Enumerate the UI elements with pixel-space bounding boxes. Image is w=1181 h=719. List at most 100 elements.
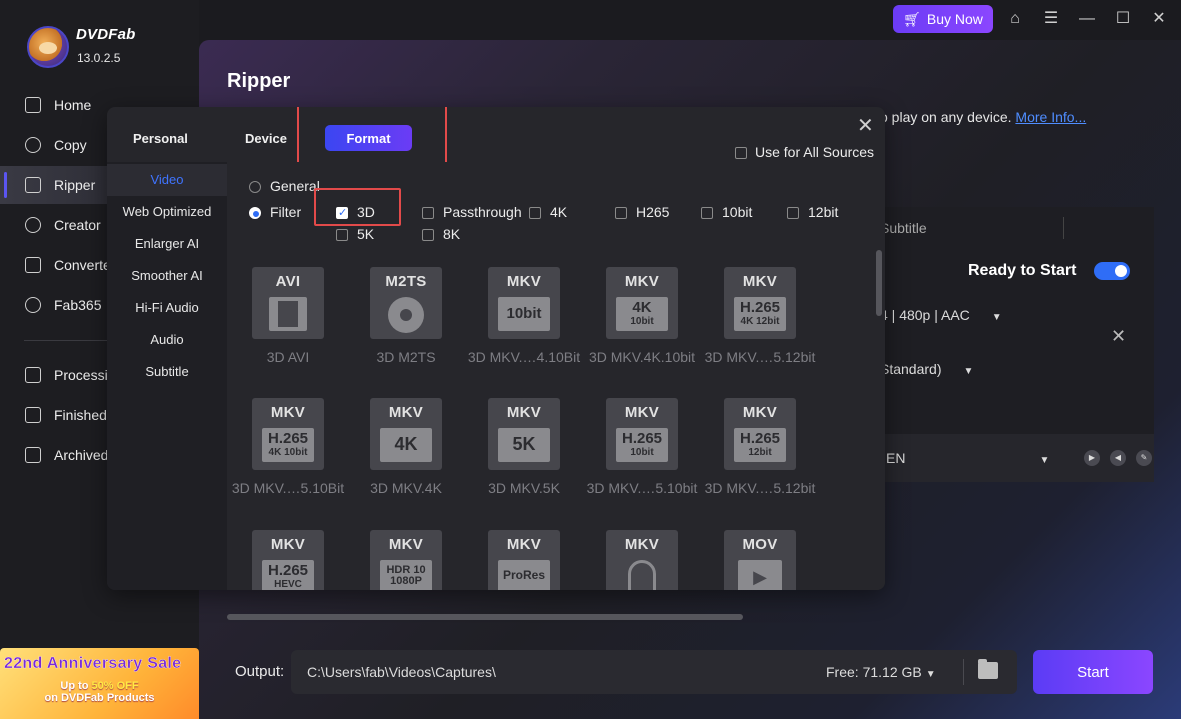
badge-main: H.265	[267, 430, 309, 447]
filter-label: 5K	[357, 226, 375, 242]
category-enlarger-ai[interactable]: Enlarger AI	[107, 228, 227, 260]
category-audio[interactable]: Audio	[107, 324, 227, 356]
format-tile-3d-mkv-10bit[interactable]: MKV 10bit	[488, 267, 560, 339]
filter-label: Filter	[270, 204, 302, 220]
format-label: 3D MKV.…5.10Bit	[231, 480, 345, 496]
chevron-down-icon: ▼	[991, 312, 1002, 323]
format-tile-3d-avi[interactable]: AVI	[252, 267, 324, 339]
format-tile-3d-mkv-h265-4k-12bit[interactable]: MKV H.265 4K 12bit	[724, 267, 796, 339]
language-select[interactable]: EN ▼	[886, 450, 1049, 466]
format-label: 3D MKV.…5.10bit	[586, 480, 698, 496]
back-icon[interactable]: ◀	[1110, 450, 1126, 466]
format-badge: H.265 HEVC	[262, 560, 314, 590]
checkbox-icon	[701, 207, 713, 220]
format-content: General Filter 3D Passthrough 4K H265 10…	[229, 162, 885, 590]
checkbox-icon	[787, 207, 799, 220]
skin-icon[interactable]: ⌂	[1006, 10, 1024, 28]
format-tile-3d-m2ts[interactable]: M2TS	[370, 267, 442, 339]
play-icon[interactable]: ▶	[1084, 450, 1100, 466]
filter-12bit-checkbox[interactable]: 12bit	[787, 204, 838, 220]
format-tile-mkv-prores[interactable]: MKV ProRes	[488, 530, 560, 590]
format-tile-3d-mkv-h265-10bit[interactable]: MKV H.265 10bit	[606, 398, 678, 470]
filter-label: 12bit	[808, 204, 839, 220]
badge-detail: 4K 10bit	[268, 447, 308, 458]
badge-main: H.265	[739, 299, 781, 316]
profile-select[interactable]: 4 | 480p | AAC ▼	[880, 307, 1002, 323]
format-tile-mkv-h265-hevc[interactable]: MKV H.265 HEVC	[252, 530, 324, 590]
edit-icon[interactable]: ✎	[1136, 450, 1152, 466]
category-web-optimized[interactable]: Web Optimized	[107, 196, 227, 228]
dvdfab-logo-icon	[27, 26, 69, 68]
head-icon	[628, 560, 656, 590]
format-label: 3D M2TS	[376, 349, 436, 365]
free-space-select[interactable]: Free: 71.12 GB ▼	[826, 664, 936, 680]
brand-name: DVDFab	[76, 26, 136, 43]
format-tile-title: MKV	[624, 536, 660, 553]
checkbox-icon	[615, 207, 627, 220]
close-dialog-icon[interactable]: ✕	[857, 113, 874, 138]
filter-5k-checkbox[interactable]: 5K	[336, 226, 374, 242]
format-tile-3d-mkv-4k-10bit[interactable]: MKV 4K 10bit	[606, 267, 678, 339]
format-tile-title: MKV	[624, 273, 660, 290]
format-badge: HDR 10 1080P	[380, 560, 432, 590]
tab-device[interactable]: Device	[245, 131, 287, 146]
format-label: 3D AVI	[266, 349, 310, 365]
format-badge: H.265 4K 12bit	[734, 297, 786, 331]
badge-main: 4K	[632, 299, 652, 316]
badge-detail: 10bit	[630, 316, 654, 327]
badge-detail: 12bit	[748, 447, 772, 458]
format-tile-title: MKV	[742, 273, 778, 290]
badge-main: ProRes	[502, 568, 546, 582]
format-badge: H.265 4K 10bit	[262, 428, 314, 462]
promo-subtitle: on DVDFab Products	[44, 692, 155, 704]
category-hifi-audio[interactable]: Hi-Fi Audio	[107, 292, 227, 324]
tab-subtitle[interactable]: Subtitle	[880, 220, 927, 236]
profile-value: 4 | 480p | AAC	[880, 307, 970, 323]
format-tile-3d-mkv-4k[interactable]: MKV 4K	[370, 398, 442, 470]
ready-toggle[interactable]	[1094, 262, 1130, 280]
format-tile-3d-mkv-5k[interactable]: MKV 5K	[488, 398, 560, 470]
filter-4k-checkbox[interactable]: 4K	[529, 204, 567, 220]
chevron-down-icon: ▼	[963, 366, 974, 377]
format-badge: 4K 10bit	[616, 297, 668, 331]
language-value: EN	[886, 450, 906, 466]
filter-passthrough-checkbox[interactable]: Passthrough	[422, 204, 522, 220]
format-tile-3d-mkv-h265-12bit[interactable]: MKV H.265 12bit	[724, 398, 796, 470]
close-window-icon[interactable]: ✕	[1150, 10, 1168, 28]
format-tile-mkv-3d-head[interactable]: MKV	[606, 530, 678, 590]
ripper-icon	[25, 177, 41, 193]
format-badge: 5K	[498, 428, 550, 462]
remove-task-icon[interactable]: ✕	[1111, 326, 1126, 347]
mode-filter-radio[interactable]: Filter	[249, 204, 301, 220]
chevron-down-icon: ▼	[925, 669, 936, 680]
tab-personal[interactable]: Personal	[133, 131, 188, 146]
vertical-scrollbar[interactable]	[876, 250, 882, 316]
radio-selected-icon	[249, 207, 261, 220]
format-tile-3d-mkv-h265-4k-10bit[interactable]: MKV H.265 4K 10bit	[252, 398, 324, 470]
badge-main: 10bit	[506, 305, 542, 322]
buy-now-button[interactable]: 🛒︎ Buy Now	[893, 5, 993, 33]
more-info-link[interactable]: More Info...	[1015, 109, 1086, 125]
folder-icon[interactable]	[978, 659, 998, 679]
filter-8k-checkbox[interactable]: 8K	[422, 226, 460, 242]
filter-h265-checkbox[interactable]: H265	[615, 204, 669, 220]
start-button[interactable]: Start	[1033, 650, 1153, 694]
horizontal-scrollbar[interactable]	[227, 614, 743, 620]
format-label: 3D MKV.4K	[370, 480, 442, 496]
format-badge: H.265 10bit	[616, 428, 668, 462]
minimize-icon[interactable]: —	[1078, 10, 1096, 28]
filter-10bit-checkbox[interactable]: 10bit	[701, 204, 752, 220]
maximize-icon[interactable]: ☐	[1114, 10, 1132, 28]
play-icon: ▶	[738, 560, 782, 590]
mode-general-radio[interactable]: General	[249, 178, 320, 194]
category-subtitle[interactable]: Subtitle	[107, 356, 227, 388]
anniversary-sale-banner[interactable]: 22nd Anniversary Sale Up to 50% OFF on D…	[0, 648, 199, 719]
format-tile-mov[interactable]: MOV ▶	[724, 530, 796, 590]
format-tile-mkv-hdr10-1080p[interactable]: MKV HDR 10 1080P	[370, 530, 442, 590]
home-icon	[25, 97, 41, 113]
menu-icon[interactable]: ☰	[1042, 10, 1060, 28]
quality-select[interactable]: Standard) ▼	[880, 361, 973, 377]
use-for-all-sources-checkbox[interactable]: Use for All Sources	[735, 144, 874, 160]
category-video[interactable]: Video	[107, 164, 227, 196]
category-smoother-ai[interactable]: Smoother AI	[107, 260, 227, 292]
